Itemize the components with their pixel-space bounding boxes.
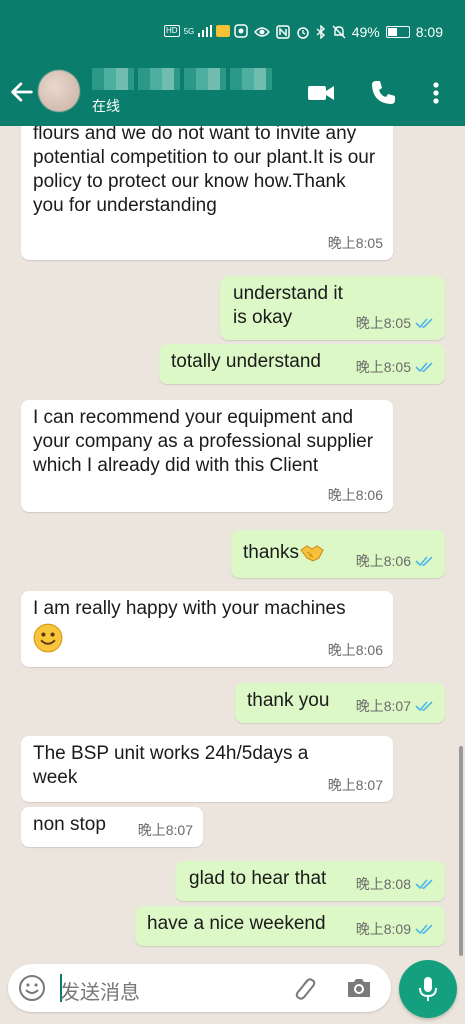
message-text: I am really happy with your machines <box>33 598 346 619</box>
message-incoming[interactable]: I am really happy with your machines 晚上8… <box>21 591 393 667</box>
message-time: 晚上8:06 <box>327 642 383 658</box>
message-list[interactable]: flours and we do not want to invite any … <box>0 126 465 956</box>
message-outgoing[interactable]: thank you 晚上8:07 <box>235 683 445 723</box>
read-ticks-icon <box>415 318 433 329</box>
notification-app-icon <box>216 25 231 37</box>
back-arrow-icon[interactable] <box>8 78 36 106</box>
status-right-icons: 49% 8:09 <box>253 24 443 40</box>
read-ticks-icon <box>415 879 433 890</box>
message-outgoing[interactable]: understand it is okay 晚上8:05 <box>220 276 445 340</box>
alarm-icon <box>296 27 309 39</box>
message-text: flours and we do not want to invite any … <box>33 126 376 216</box>
battery-percent: 49% <box>351 24 380 40</box>
message-text: I can recommend your equipment and your … <box>33 407 374 476</box>
emoji-icon[interactable] <box>18 974 46 1002</box>
message-incoming[interactable]: non stop 晚上8:07 <box>21 807 203 847</box>
read-ticks-icon <box>415 556 433 567</box>
eye-icon <box>253 27 270 37</box>
message-time: 晚上8:07 <box>327 777 383 793</box>
message-incoming[interactable]: flours and we do not want to invite any … <box>21 126 393 260</box>
message-input-bar: 发送消息 <box>8 964 391 1012</box>
signal-5g-label: 5G <box>183 26 195 36</box>
more-vert-icon[interactable] <box>421 78 451 108</box>
read-ticks-icon <box>415 924 433 935</box>
read-ticks-icon <box>415 362 433 373</box>
bluetooth-icon <box>316 25 325 39</box>
message-outgoing[interactable]: glad to hear that 晚上8:08 <box>175 861 445 901</box>
read-ticks-icon <box>415 701 433 712</box>
nfc-icon <box>275 25 290 39</box>
message-text: The BSP unit works 24h/5days a week <box>33 743 309 788</box>
handshake-emoji-icon <box>300 545 324 562</box>
message-time: 晚上8:06 <box>327 487 383 503</box>
hd-icon: HD <box>164 25 180 37</box>
message-incoming[interactable]: The BSP unit works 24h/5days a week 晚上8:… <box>21 736 393 802</box>
attach-icon[interactable] <box>290 974 318 1002</box>
message-outgoing[interactable]: thanks 晚上8:06 <box>231 530 445 578</box>
contact-status: 在线 <box>92 98 120 114</box>
voice-record-button[interactable] <box>399 960 457 1018</box>
app-notification-icon <box>234 24 248 38</box>
video-call-icon[interactable] <box>306 78 336 108</box>
mute-icon <box>332 25 346 39</box>
contact-name-redacted[interactable] <box>92 68 272 90</box>
message-time: 晚上8:07 <box>137 822 193 838</box>
chat-scrollbar[interactable] <box>459 746 463 956</box>
message-text: understand it is okay <box>233 283 343 328</box>
signal-icon <box>198 25 213 37</box>
message-time: 晚上8:09 <box>356 917 435 941</box>
message-time: 晚上8:08 <box>356 872 435 896</box>
message-time: 晚上8:05 <box>356 355 435 379</box>
message-time: 晚上8:05 <box>327 235 383 251</box>
phone-icon[interactable] <box>368 78 398 108</box>
chat-header: 在线 <box>0 64 465 126</box>
avatar[interactable] <box>38 70 80 112</box>
message-time: 晚上8:05 <box>356 311 435 335</box>
message-time: 晚上8:07 <box>356 694 435 718</box>
smile-emoji-icon <box>33 623 63 653</box>
battery-icon <box>385 26 410 38</box>
message-time: 晚上8:06 <box>356 549 435 573</box>
status-bar: HD 5G 49% 8:09 <box>0 0 465 64</box>
message-incoming[interactable]: I can recommend your equipment and your … <box>21 400 393 512</box>
status-left-icons: HD 5G <box>164 24 248 38</box>
microphone-icon <box>419 977 437 1001</box>
message-outgoing[interactable]: totally understand 晚上8:05 <box>159 344 445 384</box>
message-input[interactable]: 发送消息 <box>60 976 140 1005</box>
camera-icon[interactable] <box>345 975 373 1001</box>
message-outgoing[interactable]: have a nice weekend 晚上8:09 <box>135 906 445 946</box>
clock: 8:09 <box>415 24 443 40</box>
